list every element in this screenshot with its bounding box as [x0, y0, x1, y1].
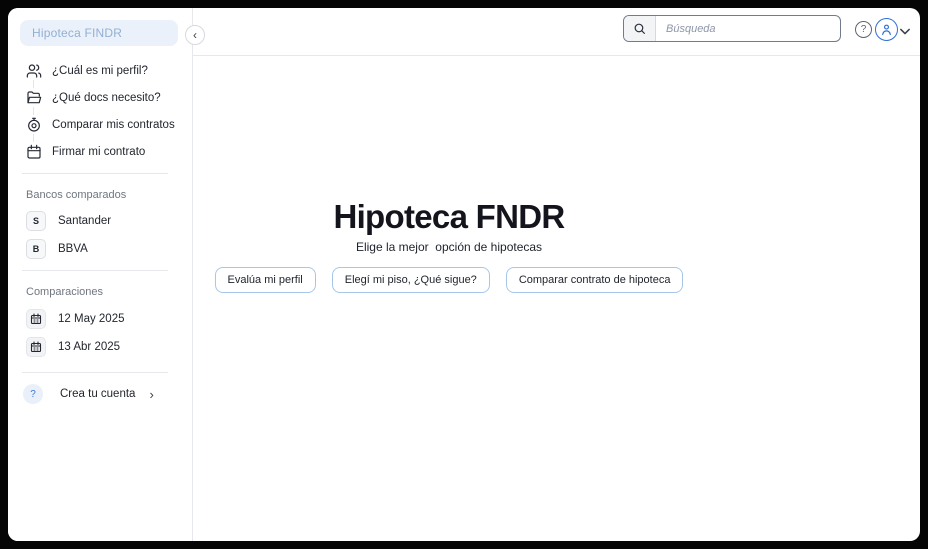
bank-item-bbva[interactable]: B BBVA — [8, 237, 193, 261]
calendar-date-icon — [26, 337, 46, 357]
sidebar-item-label: ¿Cuál es mi perfil? — [52, 65, 148, 77]
sidebar-item-firmar[interactable]: Firmar mi contrato — [8, 139, 193, 165]
brand-box: Hipoteca FINDR — [20, 20, 178, 46]
sidebar-divider — [22, 372, 168, 373]
user-avatar-icon[interactable] — [875, 18, 898, 41]
bank-name: Santander — [58, 215, 112, 227]
page-subtitle: Elige la mejor opción de hipotecas — [355, 240, 543, 254]
sidebar-item-label: ¿Qué docs necesito? — [52, 92, 161, 104]
sidebar-divider — [22, 270, 168, 271]
sidebar: Hipoteca FINDR ¿Cuál es mi perfil? ¿Qué … — [8, 8, 193, 541]
folder-icon — [26, 90, 42, 106]
comparison-date: 12 May 2025 — [58, 313, 125, 325]
sidebar-collapse-button[interactable]: ‹ — [185, 25, 205, 45]
bank-initial-badge: B — [26, 239, 46, 259]
search-input[interactable] — [656, 16, 840, 41]
sidebar-divider — [22, 173, 168, 174]
chevron-down-icon[interactable] — [899, 25, 911, 37]
chose-flat-button[interactable]: Elegí mi piso, ¿Qué sigue? — [331, 267, 490, 293]
app-window: Hipoteca FINDR ¿Cuál es mi perfil? ¿Qué … — [8, 8, 920, 541]
sidebar-item-label: Comparar mis contratos — [52, 119, 175, 131]
topbar-divider — [193, 55, 920, 56]
create-account-button[interactable]: ? Crea tu cuenta › — [8, 383, 193, 405]
chevron-right-icon: › — [149, 386, 154, 402]
create-account-label: Crea tu cuenta — [60, 388, 136, 400]
question-icon: ? — [23, 384, 43, 404]
comparisons-section-label: Comparaciones — [26, 286, 104, 298]
sidebar-item-comparar[interactable]: Comparar mis contratos — [8, 112, 193, 138]
comparison-item[interactable]: 12 May 2025 — [8, 307, 193, 331]
calendar-date-icon — [26, 309, 46, 329]
evaluate-profile-button[interactable]: Evalúa mi perfil — [214, 267, 316, 293]
sidebar-item-label: Firmar mi contrato — [52, 146, 146, 158]
hero-actions: Evalúa mi perfil Elegí mi piso, ¿Qué sig… — [184, 267, 714, 293]
calendar-icon — [26, 144, 42, 160]
page-title: Hipoteca FNDR — [333, 198, 565, 235]
magnifier-icon — [624, 16, 656, 41]
sidebar-item-perfil[interactable]: ¿Cuál es mi perfil? — [8, 58, 193, 84]
hero-section: Hipoteca FNDR Elige la mejor opción de h… — [184, 198, 714, 293]
comparison-item[interactable]: 13 Abr 2025 — [8, 335, 193, 359]
bank-name: BBVA — [58, 243, 88, 255]
help-icon[interactable]: ? — [855, 21, 872, 38]
compare-contract-button[interactable]: Comparar contrato de hipoteca — [505, 267, 684, 293]
bank-item-santander[interactable]: S Santander — [8, 209, 193, 233]
comparison-date: 13 Abr 2025 — [58, 341, 121, 353]
sidebar-item-docs[interactable]: ¿Qué docs necesito? — [8, 85, 193, 111]
users-icon — [26, 63, 42, 79]
stopwatch-icon — [26, 117, 42, 133]
bank-initial-badge: S — [26, 211, 46, 231]
search-bar — [623, 15, 841, 42]
banks-section-label: Bancos comparados — [26, 189, 127, 201]
